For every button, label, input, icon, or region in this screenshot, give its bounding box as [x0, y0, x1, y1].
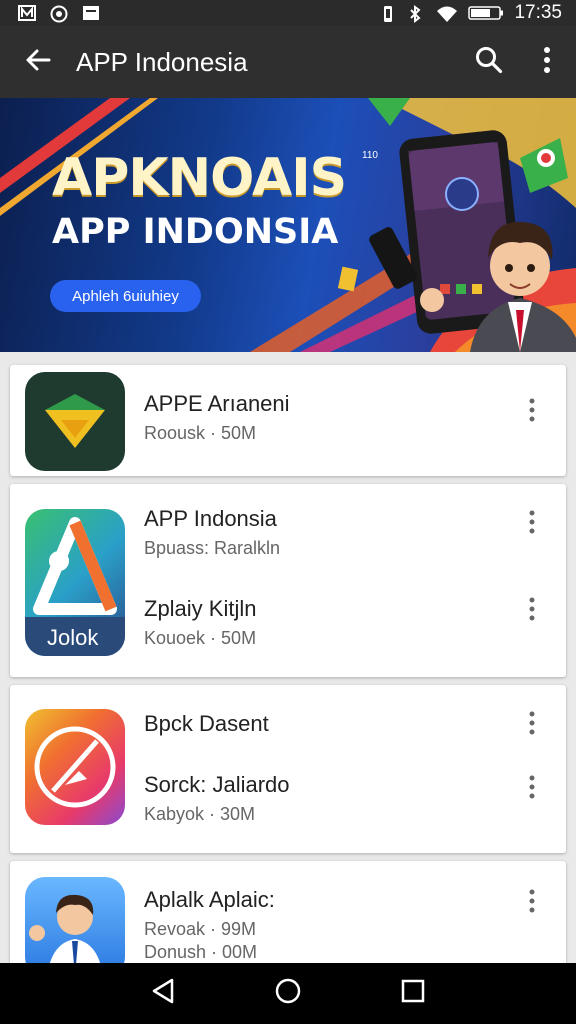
search-icon [474, 45, 504, 80]
more-vert-icon [529, 510, 535, 539]
more-vert-icon [529, 775, 535, 804]
app-title: Aplalk Aplaic: [144, 887, 275, 912]
app-card[interactable]: Jolok APP Indonsia Bpuass: Raralkln Zpla… [10, 484, 566, 677]
nav-back-button[interactable] [133, 964, 193, 1024]
app-title: Bpck Dasent [144, 711, 269, 736]
notification-m-icon [18, 5, 36, 21]
wifi-icon [436, 5, 458, 22]
app-title: Zplaiy Kitjln [144, 596, 257, 621]
app-card[interactable]: Bpck Dasent Sorck: Jaliardo Kabyok · 30M [10, 685, 566, 853]
vibrate-icon [380, 5, 398, 22]
nav-recents-button[interactable] [383, 964, 443, 1024]
app-icon [25, 372, 125, 471]
app-menu-button[interactable] [518, 392, 546, 432]
promo-banner[interactable]: APKNOAIS 110 APP INDONSIA Aphleh 6uiuhie… [0, 98, 576, 352]
overflow-menu-button[interactable] [518, 26, 576, 98]
app-menu-button[interactable] [518, 769, 546, 809]
app-icon-label: Jolok [47, 625, 99, 650]
banner-subtitle: APP INDONSIA [52, 212, 339, 252]
app-meta: Revoak · 99M [144, 919, 257, 939]
app-meta: Kabyok · 30M [144, 804, 256, 824]
more-vert-icon [529, 597, 535, 626]
app-menu-button[interactable] [518, 504, 546, 544]
app-meta: Roousk · 50M [144, 423, 257, 443]
banner-superscript: 110 [362, 150, 378, 161]
banner-title: APKNOAIS [52, 148, 347, 208]
banner-button[interactable]: Aphleh 6uiuhiey [50, 280, 201, 312]
status-bar: 17:35 [0, 0, 576, 26]
battery-icon [468, 5, 504, 21]
notification-circle-icon [50, 5, 68, 23]
search-button[interactable] [460, 26, 518, 98]
more-vert-icon [529, 711, 535, 740]
app-meta: Donush · 00M [144, 942, 258, 962]
more-vert-icon [529, 889, 535, 918]
back-arrow-icon [24, 46, 52, 79]
nav-home-button[interactable] [258, 964, 318, 1024]
nav-recents-icon [401, 979, 425, 1008]
bluetooth-icon [408, 5, 426, 23]
page-title: APP Indonesia [76, 46, 248, 77]
status-time: 17:35 [514, 2, 562, 23]
app-card[interactable]: Aplalk Aplaic: Revoak · 99M Donush · 00M [10, 861, 566, 977]
app-menu-button[interactable] [518, 883, 546, 923]
app-icon [25, 877, 125, 977]
app-bar: APP Indonesia [0, 26, 576, 98]
navigation-bar [0, 963, 576, 1024]
more-vert-icon [529, 398, 535, 427]
app-title: Sorck: Jaliardo [144, 772, 290, 797]
app-card[interactable]: APPE Arıaneni Roousk · 50M [10, 365, 566, 476]
nav-back-icon [151, 978, 175, 1009]
app-meta: Bpuass: Raralkln [144, 538, 281, 558]
back-button[interactable] [0, 26, 76, 98]
app-menu-button[interactable] [518, 705, 546, 745]
app-icon: Jolok [25, 509, 125, 656]
app-title: APP Indonsia [144, 506, 277, 531]
app-title: APPE Arıaneni [144, 391, 290, 416]
app-meta: Kouoek · 50M [144, 628, 257, 648]
app-menu-button[interactable] [518, 591, 546, 631]
notification-square-icon [82, 5, 100, 21]
app-icon [25, 709, 125, 825]
nav-home-icon [274, 977, 302, 1010]
more-vert-icon [543, 46, 551, 79]
